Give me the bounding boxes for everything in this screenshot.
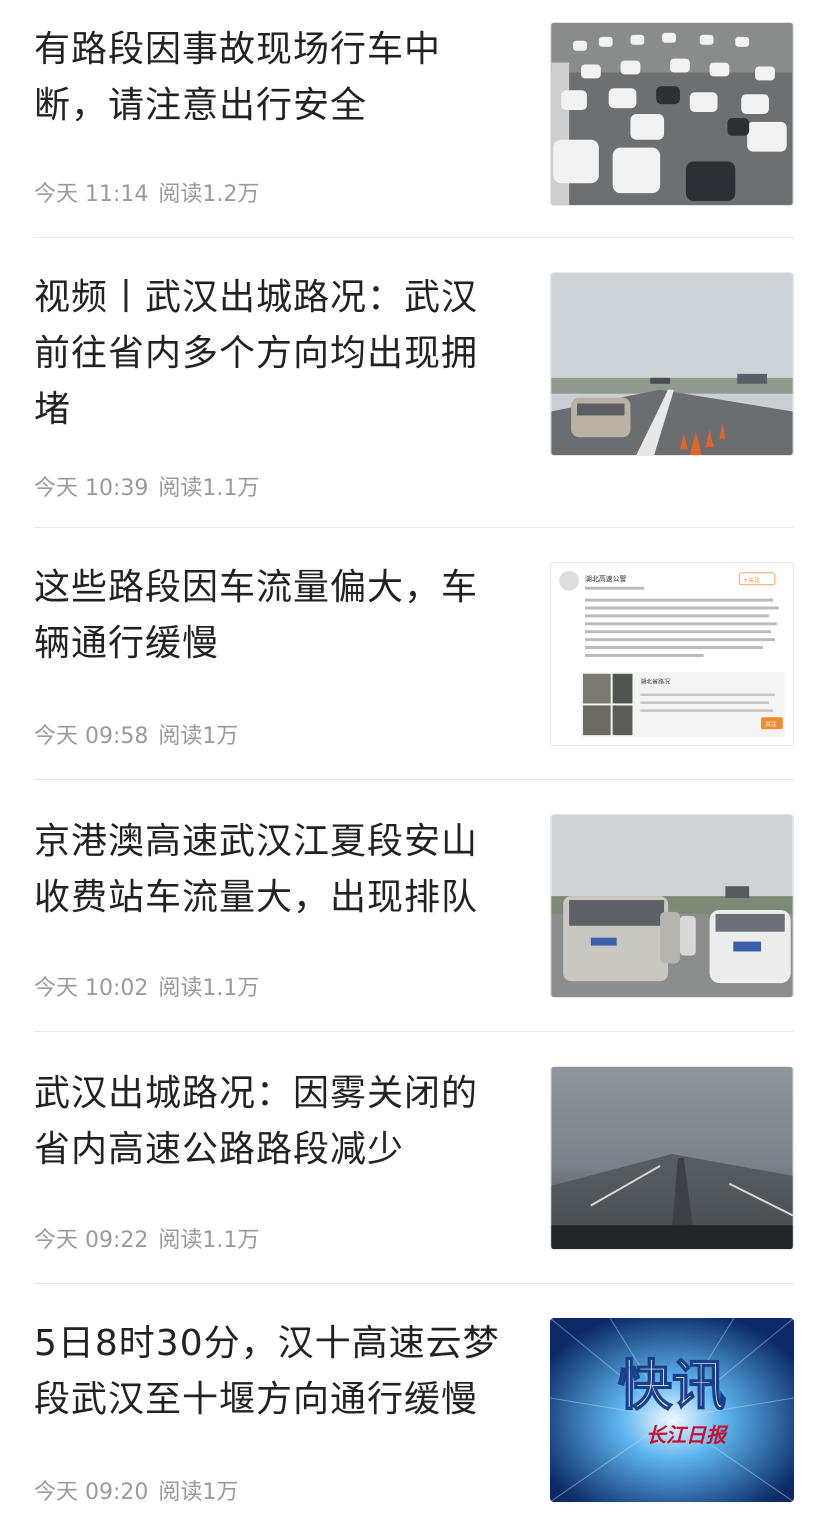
banner-headline: 快讯 xyxy=(618,1354,726,1417)
article-title[interactable]: 京港澳高速武汉江夏段安山收费站车流量大，出现排队 xyxy=(34,814,504,926)
article-title[interactable]: 有路段因事故现场行车中断，请注意出行安全 xyxy=(34,22,504,134)
news-flash-image: 快讯 长江日报 xyxy=(550,1318,794,1502)
weibo-account-name: 湖北高速公警 xyxy=(585,574,627,583)
highway-image xyxy=(551,273,793,455)
article-reads: 阅读1.1万 xyxy=(158,976,260,1001)
article-title[interactable]: 视频丨武汉出城路况：武汉前往省内多个方向均出现拥堵 xyxy=(34,270,504,438)
article-thumbnail[interactable] xyxy=(550,814,794,998)
article-time: 今天 09:20 xyxy=(34,1480,149,1505)
article-feed: 有路段因事故现场行车中断，请注意出行安全 今天 11:14 阅读1.2万 视频丨… xyxy=(0,0,828,1514)
article-time: 今天 10:39 xyxy=(34,476,149,501)
article-thumbnail[interactable] xyxy=(550,272,794,456)
article-reads: 阅读1.1万 xyxy=(158,476,260,501)
article-meta: 今天 10:02 阅读1.1万 xyxy=(34,970,259,1002)
article-thumbnail[interactable] xyxy=(550,22,794,206)
article-time: 今天 09:22 xyxy=(34,1228,149,1253)
article-title[interactable]: 5日8时30分，汉十高速云梦段武汉至十堰方向通行缓慢 xyxy=(34,1316,504,1428)
list-item[interactable]: 5日8时30分，汉十高速云梦段武汉至十堰方向通行缓慢 今天 09:20 阅读1万 xyxy=(34,1284,794,1514)
article-reads: 阅读1万 xyxy=(158,1480,239,1505)
weibo-card-button: 关注 xyxy=(765,720,777,728)
article-time: 今天 09:58 xyxy=(34,724,149,749)
toll-station-image xyxy=(551,815,793,997)
article-reads: 阅读1.2万 xyxy=(158,182,260,207)
list-item[interactable]: 这些路段因车流量偏大，车辆通行缓慢 今天 09:58 阅读1万 湖北高速公警 +关… xyxy=(34,528,794,780)
foggy-highway-image xyxy=(551,1067,793,1249)
article-meta: 今天 09:20 阅读1万 xyxy=(34,1474,238,1506)
article-meta: 今天 11:14 阅读1.2万 xyxy=(34,176,259,208)
article-reads: 阅读1.1万 xyxy=(158,1228,260,1253)
list-item[interactable]: 有路段因事故现场行车中断，请注意出行安全 今天 11:14 阅读1.2万 xyxy=(34,18,794,238)
banner-brand: 长江日报 xyxy=(646,1423,729,1447)
article-meta: 今天 10:39 阅读1.1万 xyxy=(34,470,259,502)
article-meta: 今天 09:22 阅读1.1万 xyxy=(34,1222,259,1254)
article-thumbnail[interactable]: 湖北高速公警 +关注 湖北省路况 关注 xyxy=(550,562,794,746)
article-thumbnail[interactable]: 快讯 长江日报 xyxy=(550,1318,794,1502)
article-thumbnail[interactable] xyxy=(550,1066,794,1250)
traffic-jam-image xyxy=(551,23,793,205)
list-item[interactable]: 视频丨武汉出城路况：武汉前往省内多个方向均出现拥堵 今天 10:39 阅读1.1万 xyxy=(34,238,794,528)
weibo-follow-label: +关注 xyxy=(743,576,760,584)
article-reads: 阅读1万 xyxy=(158,724,239,749)
article-title[interactable]: 这些路段因车流量偏大，车辆通行缓慢 xyxy=(34,560,504,672)
article-title[interactable]: 武汉出城路况：因雾关闭的省内高速公路路段减少 xyxy=(34,1066,504,1178)
article-time: 今天 10:02 xyxy=(34,976,149,1001)
article-meta: 今天 09:58 阅读1万 xyxy=(34,718,238,750)
list-item[interactable]: 京港澳高速武汉江夏段安山收费站车流量大，出现排队 今天 10:02 阅读1.1万 xyxy=(34,780,794,1032)
list-item[interactable]: 武汉出城路况：因雾关闭的省内高速公路路段减少 今天 09:22 阅读1.1万 xyxy=(34,1032,794,1284)
weibo-card-title: 湖北省路况 xyxy=(640,678,670,686)
weibo-post-image: 湖北高速公警 +关注 湖北省路况 关注 xyxy=(551,563,793,745)
article-time: 今天 11:14 xyxy=(34,182,149,207)
